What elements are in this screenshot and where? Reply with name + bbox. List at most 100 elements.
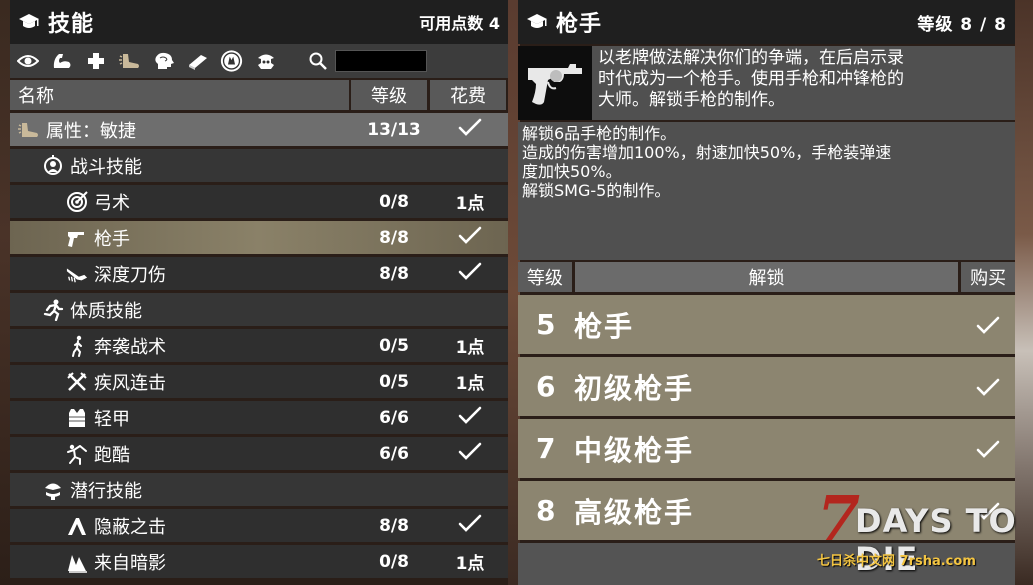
robot-head-icon[interactable] <box>254 50 277 72</box>
unlock-name: 初级枪手 <box>574 371 695 405</box>
search-icon[interactable] <box>306 50 329 72</box>
checkmark-icon <box>432 514 508 537</box>
stealth-icon <box>42 479 64 501</box>
unlock-level: 7 <box>536 432 556 465</box>
unlock-row[interactable]: 8 高级枪手 <box>518 481 1015 540</box>
unlock-list: 5 枪手 6 初级枪手 7 中级枪手 8 高级枪手 <box>518 295 1015 540</box>
unlock-name: 中级枪手 <box>574 433 695 467</box>
unlock-level: 6 <box>536 370 556 403</box>
skill-row[interactable]: 来自暗影 0/8 1点 <box>10 545 508 578</box>
skill-row[interactable]: 疾风连击 0/5 1点 <box>10 365 508 398</box>
skill-name: 轻甲 <box>94 408 130 430</box>
column-buy: 购买 <box>961 262 1015 292</box>
skill-level: 8/8 <box>379 227 409 248</box>
effect-line: 解锁SMG-5的制作。 <box>522 181 671 200</box>
unlock-row[interactable]: 7 中级枪手 <box>518 419 1015 478</box>
checkmark-icon <box>432 262 508 285</box>
shadow-icon <box>66 551 88 573</box>
skill-name: 枪手 <box>94 228 130 250</box>
search-input[interactable] <box>335 50 427 72</box>
checkmark-icon <box>432 118 508 141</box>
background-right <box>1015 0 1033 585</box>
skill-row[interactable]: 弓术 0/8 1点 <box>10 185 508 218</box>
skill-row[interactable]: 奔袭战术 0/5 1点 <box>10 329 508 362</box>
detail-title: 枪手 <box>556 12 603 37</box>
muscle-arm-icon[interactable] <box>50 50 73 72</box>
checkmark-icon <box>432 226 508 249</box>
skill-description-box: 以老牌做法解决你们的争端，在后启示录 时代成为一个枪手。使用手枪和冲锋枪的 大师… <box>518 46 1015 120</box>
skill-cost: 1点 <box>455 374 485 394</box>
skill-name: 疾风连击 <box>94 372 166 394</box>
skill-level: 8/8 <box>379 515 409 536</box>
crosshair-icon <box>42 154 64 177</box>
skill-cost: 1点 <box>455 194 485 214</box>
checkmark-icon <box>961 308 1015 341</box>
graduation-cap-icon <box>526 11 548 33</box>
medical-cross-icon[interactable] <box>84 50 107 72</box>
unlock-row[interactable]: 6 初级枪手 <box>518 357 1015 416</box>
description-line: 时代成为一个枪手。使用手枪和冲锋枪的 <box>598 69 904 89</box>
skill-name: 跑酷 <box>94 444 130 466</box>
runner-icon <box>66 335 88 357</box>
skill-row[interactable]: 深度刀伤 8/8 <box>10 257 508 290</box>
available-points: 可用点数 4 <box>419 14 500 33</box>
skill-level: 13/13 <box>367 119 421 140</box>
pistol-icon <box>66 227 88 249</box>
unlock-level: 5 <box>536 308 556 341</box>
skills-title: 技能 <box>48 12 95 37</box>
skill-name: 深度刀伤 <box>94 264 166 286</box>
skill-list: 属性：敏捷 13/13 战斗技能 弓术 0/8 1点 枪手 8/8 深度刀伤 8/8 体质技能 奔袭战… <box>10 113 508 578</box>
bunny-perk-icon[interactable] <box>220 50 243 72</box>
effect-line: 度加快50%。 <box>522 162 622 181</box>
skill-name: 潜行技能 <box>70 480 142 502</box>
skill-name: 属性：敏捷 <box>46 120 136 142</box>
unlock-name: 枪手 <box>574 309 635 343</box>
running-icon <box>42 299 64 321</box>
column-level[interactable]: 等级 <box>351 80 427 110</box>
graduation-cap-icon <box>18 11 40 33</box>
description-line: 以老牌做法解决你们的争端，在后启示录 <box>598 48 904 68</box>
column-cost[interactable]: 花费 <box>430 80 506 110</box>
column-unlock-level: 等级 <box>518 262 572 292</box>
column-name[interactable]: 名称 <box>10 80 349 110</box>
skill-level: 0/5 <box>379 371 409 392</box>
book-icon[interactable] <box>186 50 209 72</box>
skill-description: 以老牌做法解决你们的争端，在后启示录 时代成为一个枪手。使用手枪和冲锋枪的 大师… <box>592 46 1015 120</box>
skill-category-row[interactable]: 战斗技能 <box>10 149 508 182</box>
parkour-icon <box>66 443 88 465</box>
agility-boot-icon[interactable] <box>118 50 141 72</box>
eye-icon[interactable] <box>16 50 39 72</box>
unlock-list-footer <box>518 543 1015 585</box>
checkmark-icon <box>961 370 1015 403</box>
detail-level: 等级 8 / 8 <box>917 14 1007 35</box>
skills-table-header: 名称 等级 花费 <box>10 80 508 110</box>
skill-category-row[interactable]: 体质技能 <box>10 293 508 326</box>
skill-level: 8/8 <box>379 263 409 284</box>
skill-category-row[interactable]: 潜行技能 <box>10 473 508 506</box>
skill-level: 0/8 <box>379 191 409 212</box>
effect-line: 造成的伤害增加100%，射速加快50%，手枪装弹速 <box>522 143 892 162</box>
checkmark-icon <box>961 432 1015 465</box>
skill-row[interactable]: 枪手 8/8 <box>10 221 508 254</box>
checkmark-icon <box>432 442 508 465</box>
hidden-strike-icon <box>66 515 88 537</box>
skill-name: 战斗技能 <box>70 156 142 178</box>
attribute-row[interactable]: 属性：敏捷 13/13 <box>10 113 508 146</box>
skill-row[interactable]: 隐蔽之击 8/8 <box>10 509 508 542</box>
checkmark-icon <box>432 406 508 429</box>
checkmark-icon <box>961 494 1015 527</box>
unlock-name: 高级枪手 <box>574 495 695 529</box>
level-effects-box: 解锁6品手枪的制作。 造成的伤害增加100%，射速加快50%，手枪装弹速 度加快… <box>518 122 1015 260</box>
brain-head-icon[interactable] <box>152 50 175 72</box>
skill-row[interactable]: 跑酷 6/6 <box>10 437 508 470</box>
vest-icon <box>66 407 88 429</box>
skill-name: 来自暗影 <box>94 552 166 574</box>
skills-panel: 技能 可用点数 4 名称 等级 花费 属性：敏捷 13/13 战斗技能弓术 0/8 1点… <box>10 0 508 585</box>
unlock-row[interactable]: 5 枪手 <box>518 295 1015 354</box>
effect-line: 解锁6品手枪的制作。 <box>522 124 677 143</box>
boot-icon <box>18 119 40 141</box>
column-unlock: 解锁 <box>574 262 959 292</box>
skill-name: 弓术 <box>94 192 130 214</box>
skill-row[interactable]: 轻甲 6/6 <box>10 401 508 434</box>
background-left <box>0 0 10 585</box>
